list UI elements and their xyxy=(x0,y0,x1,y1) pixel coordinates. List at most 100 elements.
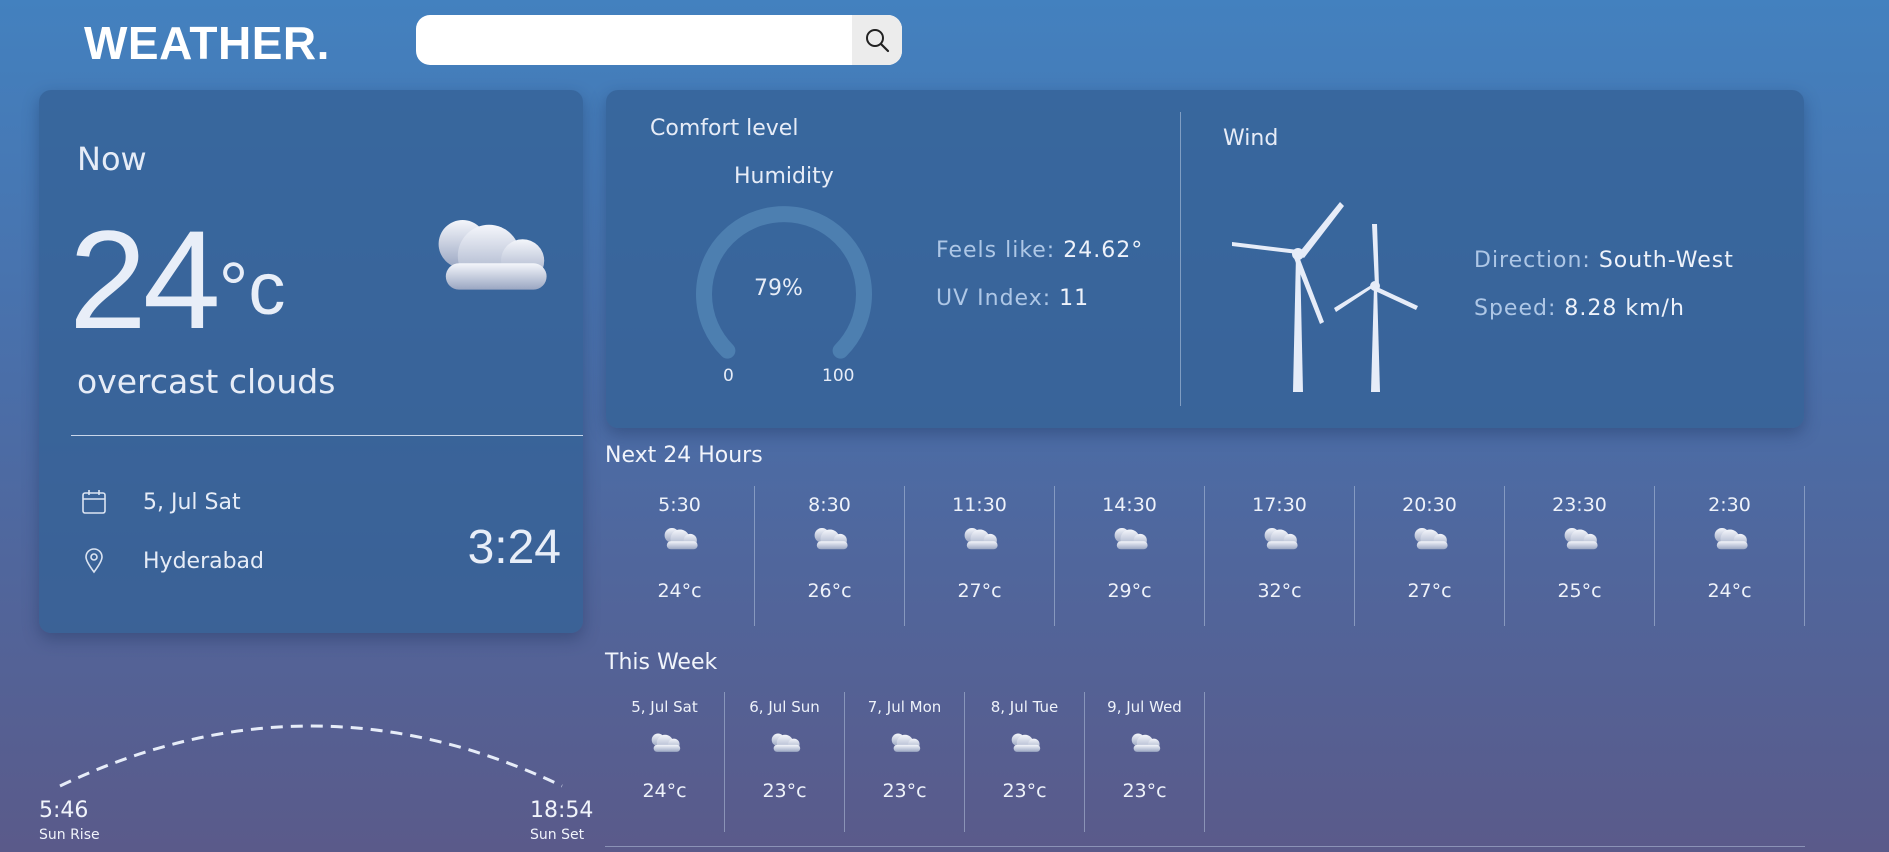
overcast-clouds-icon xyxy=(438,220,547,290)
day-temp: 23°c xyxy=(882,780,927,802)
wind-direction-label: Direction: xyxy=(1474,248,1591,273)
hour-item: 2:30 24°c xyxy=(1655,486,1805,626)
hour-item: 20:30 27°c xyxy=(1355,486,1505,626)
humidity-label: Humidity xyxy=(734,164,834,189)
hourly-forecast: 5:30 24°c 8:30 26°c 11:30 27°c 14:30 29°c 17… xyxy=(605,486,1805,626)
hour-time: 5:30 xyxy=(658,494,701,516)
day-temp: 24°c xyxy=(642,780,687,802)
hour-temp: 26°c xyxy=(807,580,852,602)
uv-index-label: UV Index: xyxy=(936,286,1052,311)
divider xyxy=(71,435,583,436)
sunset-time: 18:54 xyxy=(530,798,594,823)
location-pin-icon xyxy=(85,548,103,574)
cloud-icon xyxy=(964,528,998,550)
hour-item: 5:30 24°c xyxy=(605,486,755,626)
cloud-icon xyxy=(1011,733,1040,752)
sunset-label: Sun Set xyxy=(530,827,585,843)
day-item: 8, Jul Tue 23°c xyxy=(965,692,1085,832)
comfort-title: Comfort level xyxy=(650,116,799,141)
hour-time: 23:30 xyxy=(1552,494,1607,516)
cloud-icon xyxy=(1114,528,1148,550)
hour-item: 14:30 29°c xyxy=(1055,486,1205,626)
app-logo: WEATHER. xyxy=(84,17,330,69)
gauge-min-label: 0 xyxy=(723,366,734,386)
day-temp: 23°c xyxy=(1122,780,1167,802)
sunrise-label: Sun Rise xyxy=(39,827,100,843)
wind-direction-value: South-West xyxy=(1598,248,1734,273)
feels-like-label: Feels like: xyxy=(936,238,1056,263)
cloud-icon xyxy=(1414,528,1448,550)
feels-like-value: 24.62° xyxy=(1063,238,1144,263)
cloud-icon xyxy=(891,733,920,752)
search-bar xyxy=(416,15,902,65)
sun-path-arc xyxy=(59,724,563,788)
hour-temp: 32°c xyxy=(1257,580,1302,602)
comfort-wind-card: Comfort level Humidity 79% 0 100 Feels l… xyxy=(606,90,1804,428)
day-name: 6, Jul Sun xyxy=(749,698,820,716)
hourly-title: Next 24 Hours xyxy=(605,443,763,468)
temperature-value: 24 xyxy=(69,201,221,358)
search-button[interactable] xyxy=(852,15,902,65)
day-item: 7, Jul Mon 23°c xyxy=(845,692,965,832)
day-name: 5, Jul Sat xyxy=(631,698,698,716)
hour-temp: 29°c xyxy=(1107,580,1152,602)
day-temp: 23°c xyxy=(1002,780,1047,802)
location-row: Hyderabad xyxy=(79,548,264,574)
wind-turbine-icon xyxy=(1232,202,1418,392)
hour-temp: 27°c xyxy=(1407,580,1452,602)
uv-index: UV Index: 11 xyxy=(936,286,1089,311)
cloud-icon xyxy=(1564,528,1598,550)
sunrise-time: 5:46 xyxy=(39,798,89,823)
divider xyxy=(605,846,1805,847)
search-icon xyxy=(866,29,890,53)
week-title: This Week xyxy=(605,650,718,675)
day-item: 6, Jul Sun 23°c xyxy=(725,692,845,832)
wind-direction: Direction: South-West xyxy=(1474,248,1734,273)
weather-description: overcast clouds xyxy=(77,362,336,401)
cloud-icon xyxy=(664,528,698,550)
cloud-icon xyxy=(1131,733,1160,752)
hour-time: 20:30 xyxy=(1402,494,1457,516)
hour-time: 2:30 xyxy=(1708,494,1751,516)
date-row: 5, Jul Sat xyxy=(79,488,241,516)
wind-speed-label: Speed: xyxy=(1474,296,1557,321)
day-item: 5, Jul Sat 24°c xyxy=(605,692,725,832)
wind-speed: Speed: 8.28 km/h xyxy=(1474,296,1685,321)
hour-item: 23:30 25°c xyxy=(1505,486,1655,626)
hour-time: 11:30 xyxy=(952,494,1007,516)
day-name: 7, Jul Mon xyxy=(867,698,942,716)
cloud-icon xyxy=(771,733,800,752)
current-time: 3:24 xyxy=(467,521,561,574)
cloud-icon xyxy=(651,733,680,752)
wind-title: Wind xyxy=(1223,126,1279,151)
wind-speed-value: 8.28 km/h xyxy=(1564,296,1685,321)
hour-time: 17:30 xyxy=(1252,494,1307,516)
weekly-forecast: 5, Jul Sat 24°c 6, Jul Sun 23°c 7, Jul Mon… xyxy=(605,692,1205,832)
hour-time: 8:30 xyxy=(808,494,851,516)
day-temp: 23°c xyxy=(762,780,807,802)
humidity-value: 79% xyxy=(754,276,803,301)
cloud-icon xyxy=(1714,528,1748,550)
current-weather-card: Now 24 °c overcast clouds 5, Jul Sat Hyd… xyxy=(39,90,583,633)
hour-item: 8:30 26°c xyxy=(755,486,905,626)
hour-temp: 24°c xyxy=(1707,580,1752,602)
cloud-icon xyxy=(814,528,848,550)
cloud-icon xyxy=(1264,528,1298,550)
now-label: Now xyxy=(77,140,147,178)
current-location: Hyderabad xyxy=(143,548,264,574)
current-date: 5, Jul Sat xyxy=(143,489,241,515)
day-item: 9, Jul Wed 23°c xyxy=(1085,692,1205,832)
hour-temp: 27°c xyxy=(957,580,1002,602)
search-input[interactable] xyxy=(416,15,852,65)
temperature-unit: °c xyxy=(218,247,286,330)
gauge-max-label: 100 xyxy=(822,366,855,386)
section-divider xyxy=(1180,112,1181,406)
day-name: 8, Jul Tue xyxy=(990,698,1059,716)
calendar-icon xyxy=(82,490,106,514)
hour-item: 11:30 27°c xyxy=(905,486,1055,626)
feels-like: Feels like: 24.62° xyxy=(936,238,1143,263)
hour-item: 17:30 32°c xyxy=(1205,486,1355,626)
hour-temp: 25°c xyxy=(1557,580,1602,602)
hour-time: 14:30 xyxy=(1102,494,1157,516)
uv-index-value: 11 xyxy=(1059,286,1090,311)
